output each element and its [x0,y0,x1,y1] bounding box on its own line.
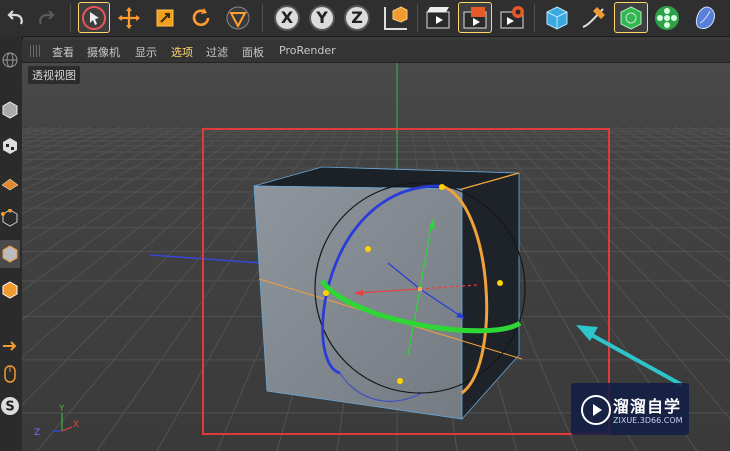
coordinate-system-button[interactable] [377,2,411,33]
toolbar-separator [262,4,263,32]
gizmo-handle[interactable] [497,280,503,286]
menu-options[interactable]: 选项 [171,44,193,60]
gizmo-handle[interactable] [439,184,445,190]
render-view-button[interactable] [422,2,454,33]
watermark-title: 溜溜自学 [613,397,682,416]
menu-prorender[interactable]: ProRender [279,44,336,57]
y-axis-label: Y [316,8,328,27]
gizmo-handle[interactable] [365,246,371,252]
redo-button[interactable] [32,2,60,33]
gizmo-z-label: Z [34,428,40,438]
checker-cube-icon [3,138,17,154]
scale-icon [156,9,174,26]
move-icon [118,6,140,29]
subdivision-icon [620,5,642,30]
coordinate-system-icon [384,5,408,30]
svg-text:S: S [5,400,14,415]
deformer-icon [695,5,715,29]
menu-camera[interactable]: 摄像机 [87,44,120,60]
snap-button[interactable] [0,332,20,360]
menu-display[interactable]: 显示 [135,44,157,60]
main-toolbar: X Y Z [0,0,730,37]
object-mode-button[interactable] [0,96,20,124]
toolbar-separator [417,4,418,32]
texture-mode-button[interactable] [0,132,20,160]
mouse-icon [4,365,16,383]
cube-object[interactable] [253,166,520,421]
cube-primitive-button[interactable] [541,2,573,33]
subdivision-surface-button[interactable] [614,2,648,33]
rotate-icon [192,7,210,26]
undo-button[interactable] [2,2,30,33]
gizmo-y-label: Y [58,404,65,414]
polygons-mode-button[interactable] [0,276,20,304]
gizmo-handle[interactable] [323,290,329,296]
pen-spline-button[interactable] [577,2,611,33]
gizmo-handle[interactable] [397,378,403,384]
y-axis-lock-button[interactable]: Y [306,2,338,33]
viewport-menu-bar: 查看 摄像机 显示 选项 过滤 面板 ProRender [22,40,730,63]
points-icon [1,209,18,227]
edges-mode-button[interactable] [0,240,20,268]
menu-panel[interactable]: 面板 [242,44,264,60]
deformer-button[interactable] [688,2,722,33]
rotate-tool-button[interactable] [186,2,216,33]
clapper-gear-icon [500,5,524,28]
panel-grip-icon[interactable] [30,45,42,57]
cursor-icon [82,5,106,30]
watermark: 溜溜自学 ZIXUE.3D66.COM [571,383,689,435]
pen-icon [582,6,605,28]
edges-icon [2,245,18,263]
z-axis-label: Z [351,8,363,27]
redo-icon [39,9,55,24]
arrow-right-icon [3,341,17,351]
watermark-url: ZIXUE.3D66.COM [613,416,683,425]
select-tool-button[interactable] [78,2,110,33]
gizmo-center[interactable] [418,287,422,291]
cloner-button[interactable] [650,2,684,33]
scale-tool-button[interactable] [150,2,180,33]
recent-tool-icon [226,6,250,29]
gizmo-x-label: X [73,420,79,430]
cloner-icon [655,5,679,30]
workplane-button[interactable] [0,168,20,196]
sculpt-button[interactable]: S [0,392,20,420]
toolbar-separator [534,4,535,32]
model-mode-button[interactable] [0,46,20,74]
cube-icon [546,5,568,30]
z-axis-lock-button[interactable]: Z [341,2,373,33]
sphere-wire-icon [2,52,18,68]
viewport-label: 透视视图 [28,66,80,84]
move-tool-button[interactable] [114,2,144,33]
render-settings-button[interactable] [496,2,528,33]
recent-tool-button[interactable] [222,2,254,33]
clapper-region-icon [463,6,487,28]
watermark-play-icon [581,395,611,425]
menu-view[interactable]: 查看 [52,44,74,60]
cube-front-face [253,185,463,420]
left-tool-palette: S [0,36,23,451]
polygons-icon [2,281,18,299]
render-region-button[interactable] [458,2,492,33]
undo-icon [7,9,23,24]
mouse-tool-button[interactable] [0,360,20,388]
clapper-icon [426,6,450,28]
s-badge-icon: S [1,397,19,415]
points-mode-button[interactable] [0,204,20,232]
object-cube-icon [2,101,18,119]
x-axis-lock-button[interactable]: X [271,2,303,33]
x-axis-label: X [280,8,294,27]
menu-filter[interactable]: 过滤 [206,44,228,60]
toolbar-separator [70,4,71,32]
grid-plane-icon [1,178,19,191]
